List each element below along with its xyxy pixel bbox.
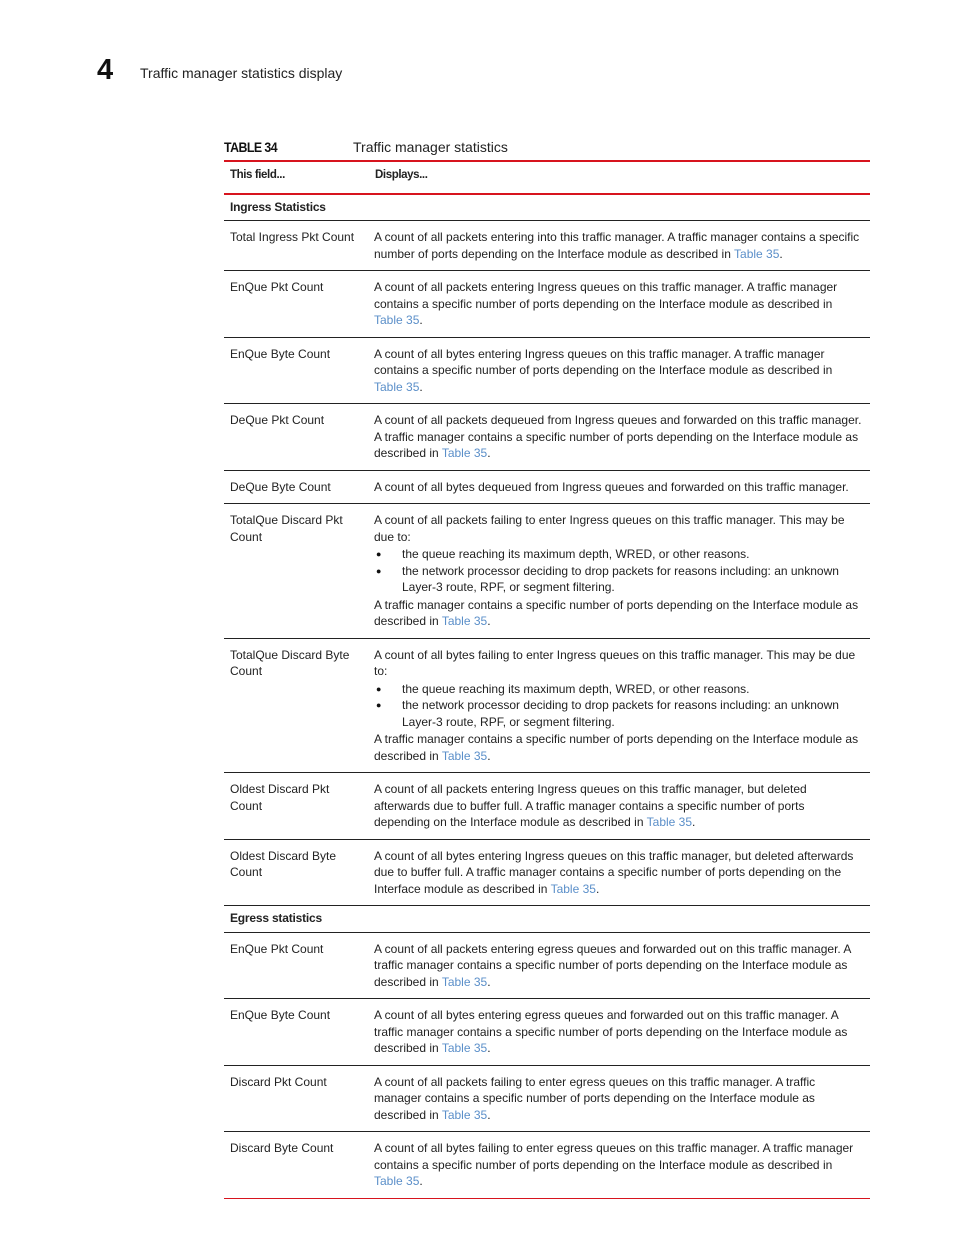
table-35-link[interactable]: Table 35 — [442, 749, 487, 763]
field-name: EnQue Pkt Count — [230, 941, 324, 956]
field-description: A count of all bytes failing to enter eg… — [369, 1132, 870, 1199]
field-name: Oldest Discard Pkt Count — [230, 782, 330, 813]
field-description: A count of all packets entering Ingress … — [369, 271, 870, 338]
punctuation: . — [487, 614, 491, 628]
bullet-item: the queue reaching its maximum depth, WR… — [374, 546, 862, 563]
field-description: A count of all packets failing to enter … — [369, 1065, 870, 1132]
punctuation: . — [487, 1041, 491, 1055]
table-row: EnQue Pkt Count A count of all packets en… — [224, 271, 870, 338]
punctuation: . — [419, 313, 423, 327]
description-text: A count of all bytes entering Ingress qu… — [374, 848, 854, 896]
table-row: TotalQue Discard Pkt Count A count of all… — [224, 504, 870, 639]
punctuation: . — [419, 379, 423, 394]
bullet-list: the queue reaching its maximum depth, WR… — [374, 546, 862, 596]
field-name: TotalQue Discard Byte Count — [230, 647, 350, 679]
description-text: A count of all packets failing to enter … — [374, 513, 845, 544]
description-text: A count of all packets entering into thi… — [374, 230, 860, 261]
field-name: TotalQue Discard Pkt Count — [230, 513, 343, 544]
description-after: A traffic manager contains a specific nu… — [374, 731, 862, 764]
field-description: A count of all bytes failing to enter In… — [369, 638, 870, 773]
table-35-link[interactable]: Table 35 — [551, 882, 596, 896]
table-row: Discard Byte Count A count of all bytes f… — [224, 1132, 870, 1199]
bullet-list: the queue reaching its maximum depth, WR… — [374, 681, 862, 731]
field-name: Oldest Discard Byte Count — [230, 848, 337, 880]
field-name: EnQue Byte Count — [230, 1008, 331, 1022]
table-35-link[interactable]: Table 35 — [442, 975, 487, 989]
table-row: DeQue Pkt Count A count of all packets de… — [224, 404, 870, 471]
table-35-link[interactable]: Table 35 — [647, 815, 692, 829]
punctuation: . — [487, 446, 491, 460]
section-row: Ingress Statistics — [224, 194, 870, 221]
field-name: DeQue Pkt Count — [230, 413, 325, 427]
table-label: TABLE 34 — [224, 139, 278, 155]
bullet-item: the network processor deciding to drop p… — [374, 563, 862, 596]
table-35-link[interactable]: Table 35 — [374, 380, 419, 394]
description-text: A count of all bytes entering Ingress qu… — [374, 346, 833, 378]
column-header-field: This field... — [230, 169, 285, 181]
table-row: TotalQue Discard Byte Count A count of al… — [224, 638, 870, 773]
table-35-link[interactable]: Table 35 — [442, 446, 487, 460]
punctuation: . — [595, 881, 600, 896]
field-description: A count of all packets failing to enter … — [369, 504, 870, 639]
punctuation: . — [487, 748, 491, 763]
table-35-link[interactable]: Table 35 — [734, 247, 779, 261]
field-name: Discard Pkt Count — [230, 1074, 327, 1089]
field-description: A count of all packets entering Ingress … — [369, 773, 870, 840]
description-text: A count of all bytes failing to enter In… — [374, 647, 856, 679]
table-header-row: This field... Displays... — [224, 161, 870, 194]
description-after: A traffic manager contains a specific nu… — [374, 597, 862, 630]
field-description: A count of all packets entering egress q… — [369, 932, 870, 999]
chapter-title: Traffic manager statistics display — [140, 65, 343, 81]
field-name: DeQue Byte Count — [230, 479, 331, 494]
field-description: A count of all packets dequeued from Ing… — [369, 404, 870, 471]
punctuation: . — [692, 815, 696, 829]
chapter-number: 4 — [97, 54, 114, 86]
section-heading: Ingress Statistics — [230, 199, 326, 214]
table-row: EnQue Byte Count A count of all bytes ent… — [224, 999, 870, 1066]
description-text: A count of all packets entering Ingress … — [374, 280, 838, 311]
table-row: Total Ingress Pkt Count A count of all pa… — [224, 221, 870, 271]
table-title: Traffic manager statistics — [353, 139, 508, 155]
field-description: A count of all packets entering into thi… — [369, 221, 870, 271]
field-description: A count of all bytes dequeued from Ingre… — [369, 470, 870, 504]
punctuation: . — [419, 1174, 423, 1188]
field-description: A count of all bytes entering Ingress qu… — [369, 337, 870, 404]
table-35-link[interactable]: Table 35 — [374, 313, 419, 327]
field-description: A count of all bytes entering egress que… — [369, 999, 870, 1066]
table-row: Discard Pkt Count A count of all packets … — [224, 1065, 870, 1132]
description-text: A count of all bytes dequeued from Ingre… — [374, 479, 849, 494]
description-text: A count of all packets failing to enter … — [374, 1074, 816, 1122]
table-row: Oldest Discard Pkt Count A count of all p… — [224, 773, 870, 840]
table-row: EnQue Byte Count A count of all bytes ent… — [224, 337, 870, 404]
section-row: Egress statistics — [224, 906, 870, 932]
table-35-link[interactable]: Table 35 — [442, 1108, 487, 1122]
description-text: A count of all packets entering Ingress … — [374, 782, 807, 829]
field-name: EnQue Byte Count — [230, 346, 331, 361]
field-name: Total Ingress Pkt Count — [230, 230, 355, 244]
table-35-link[interactable]: Table 35 — [374, 1174, 419, 1188]
traffic-manager-statistics-table: This field... Displays... Ingress Statis… — [224, 160, 870, 1199]
description-text: A count of all bytes failing to enter eg… — [374, 1141, 854, 1172]
table-row: DeQue Byte Count A count of all bytes deq… — [224, 470, 870, 504]
field-name: Discard Byte Count — [230, 1141, 334, 1155]
table-35-link[interactable]: Table 35 — [442, 1041, 487, 1055]
table-row: EnQue Pkt Count A count of all packets en… — [224, 932, 870, 999]
field-name: EnQue Pkt Count — [230, 280, 324, 294]
table-row: Oldest Discard Byte Count A count of all … — [224, 839, 870, 906]
bullet-item: the network processor deciding to drop p… — [374, 697, 862, 730]
field-description: A count of all bytes entering Ingress qu… — [369, 839, 870, 906]
column-header-displays: Displays... — [375, 169, 428, 181]
punctuation: . — [487, 1107, 491, 1122]
punctuation: . — [779, 246, 783, 261]
punctuation: . — [487, 974, 491, 989]
bullet-item: the queue reaching its maximum depth, WR… — [374, 681, 862, 698]
section-heading: Egress statistics — [230, 911, 322, 925]
table-35-link[interactable]: Table 35 — [442, 614, 487, 628]
